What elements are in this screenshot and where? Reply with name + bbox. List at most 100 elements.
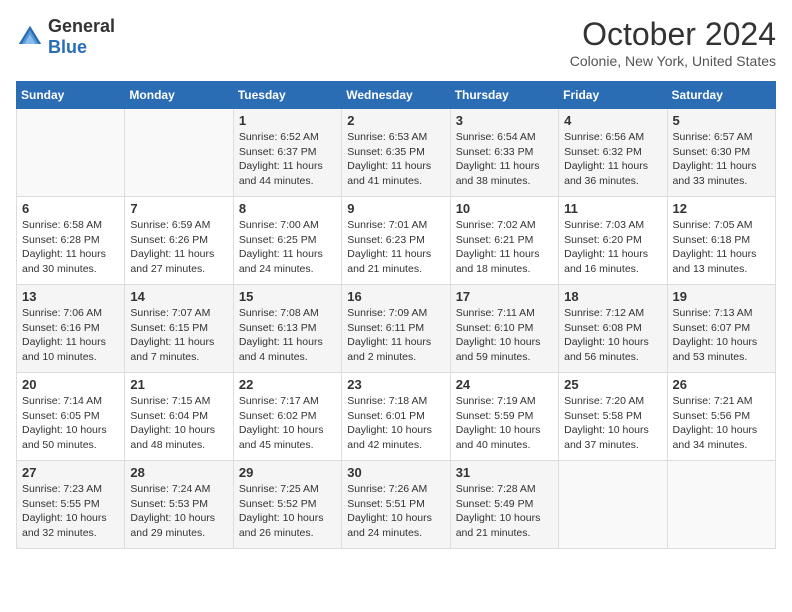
day-number: 24 [456, 377, 553, 392]
day-number: 15 [239, 289, 336, 304]
day-info: Sunrise: 6:53 AMSunset: 6:35 PMDaylight:… [347, 130, 444, 189]
day-info: Sunrise: 7:20 AMSunset: 5:58 PMDaylight:… [564, 394, 661, 453]
day-info: Sunrise: 7:24 AMSunset: 5:53 PMDaylight:… [130, 482, 227, 541]
calendar-cell: 4 Sunrise: 6:56 AMSunset: 6:32 PMDaylight… [559, 109, 667, 197]
day-number: 19 [673, 289, 770, 304]
day-number: 18 [564, 289, 661, 304]
day-number: 21 [130, 377, 227, 392]
day-number: 8 [239, 201, 336, 216]
calendar-cell: 22Sunrise: 7:17 AMSunset: 6:02 PMDayligh… [233, 373, 341, 461]
calendar-cell: 2 Sunrise: 6:53 AMSunset: 6:35 PMDaylight… [342, 109, 450, 197]
calendar-cell: 16Sunrise: 7:09 AMSunset: 6:11 PMDayligh… [342, 285, 450, 373]
calendar-cell: 14Sunrise: 7:07 AMSunset: 6:15 PMDayligh… [125, 285, 233, 373]
day-info: Sunrise: 7:00 AMSunset: 6:25 PMDaylight:… [239, 218, 336, 277]
calendar-cell: 10 Sunrise: 7:02 AMSunset: 6:21 PMDayligh… [450, 197, 558, 285]
calendar-cell: 25 Sunrise: 7:20 AMSunset: 5:58 PMDayligh… [559, 373, 667, 461]
day-info: Sunrise: 6:59 AMSunset: 6:26 PMDaylight:… [130, 218, 227, 277]
column-header-friday: Friday [559, 82, 667, 109]
calendar-header-row: SundayMondayTuesdayWednesdayThursdayFrid… [17, 82, 776, 109]
day-info: Sunrise: 7:17 AMSunset: 6:02 PMDaylight:… [239, 394, 336, 453]
logo-icon [16, 23, 44, 51]
day-info: Sunrise: 6:58 AMSunset: 6:28 PMDaylight:… [22, 218, 119, 277]
calendar-cell: 20 Sunrise: 7:14 AMSunset: 6:05 PMDayligh… [17, 373, 125, 461]
calendar-cell: 7 Sunrise: 6:59 AMSunset: 6:26 PMDaylight… [125, 197, 233, 285]
day-number: 5 [673, 113, 770, 128]
calendar-cell: 8 Sunrise: 7:00 AMSunset: 6:25 PMDaylight… [233, 197, 341, 285]
logo-general-text: General [48, 16, 115, 36]
week-row-1: 1 Sunrise: 6:52 AMSunset: 6:37 PMDaylight… [17, 109, 776, 197]
column-header-thursday: Thursday [450, 82, 558, 109]
week-row-4: 20 Sunrise: 7:14 AMSunset: 6:05 PMDayligh… [17, 373, 776, 461]
day-info: Sunrise: 7:11 AMSunset: 6:10 PMDaylight:… [456, 306, 553, 365]
day-number: 9 [347, 201, 444, 216]
calendar-cell: 18 Sunrise: 7:12 AMSunset: 6:08 PMDayligh… [559, 285, 667, 373]
day-number: 4 [564, 113, 661, 128]
calendar-cell: 9 Sunrise: 7:01 AMSunset: 6:23 PMDaylight… [342, 197, 450, 285]
logo: General Blue [16, 16, 115, 58]
day-number: 23 [347, 377, 444, 392]
day-info: Sunrise: 6:56 AMSunset: 6:32 PMDaylight:… [564, 130, 661, 189]
column-header-tuesday: Tuesday [233, 82, 341, 109]
day-number: 28 [130, 465, 227, 480]
calendar-cell: 26 Sunrise: 7:21 AMSunset: 5:56 PMDayligh… [667, 373, 775, 461]
calendar-cell: 6 Sunrise: 6:58 AMSunset: 6:28 PMDaylight… [17, 197, 125, 285]
calendar-cell: 17Sunrise: 7:11 AMSunset: 6:10 PMDayligh… [450, 285, 558, 373]
day-number: 26 [673, 377, 770, 392]
calendar-cell: 29Sunrise: 7:25 AMSunset: 5:52 PMDayligh… [233, 461, 341, 549]
day-info: Sunrise: 7:08 AMSunset: 6:13 PMDaylight:… [239, 306, 336, 365]
calendar-cell [125, 109, 233, 197]
day-info: Sunrise: 7:01 AMSunset: 6:23 PMDaylight:… [347, 218, 444, 277]
calendar-cell: 30 Sunrise: 7:26 AMSunset: 5:51 PMDayligh… [342, 461, 450, 549]
logo-blue-text: Blue [48, 37, 87, 57]
calendar-cell: 24 Sunrise: 7:19 AMSunset: 5:59 PMDayligh… [450, 373, 558, 461]
day-number: 27 [22, 465, 119, 480]
calendar-table: SundayMondayTuesdayWednesdayThursdayFrid… [16, 81, 776, 549]
day-info: Sunrise: 6:54 AMSunset: 6:33 PMDaylight:… [456, 130, 553, 189]
day-info: Sunrise: 7:23 AMSunset: 5:55 PMDaylight:… [22, 482, 119, 541]
day-number: 11 [564, 201, 661, 216]
day-number: 1 [239, 113, 336, 128]
day-info: Sunrise: 7:13 AMSunset: 6:07 PMDaylight:… [673, 306, 770, 365]
column-header-wednesday: Wednesday [342, 82, 450, 109]
calendar-cell [667, 461, 775, 549]
day-number: 31 [456, 465, 553, 480]
day-number: 12 [673, 201, 770, 216]
day-info: Sunrise: 7:14 AMSunset: 6:05 PMDaylight:… [22, 394, 119, 453]
calendar-cell: 12 Sunrise: 7:05 AMSunset: 6:18 PMDayligh… [667, 197, 775, 285]
day-info: Sunrise: 7:02 AMSunset: 6:21 PMDaylight:… [456, 218, 553, 277]
day-info: Sunrise: 6:52 AMSunset: 6:37 PMDaylight:… [239, 130, 336, 189]
day-info: Sunrise: 7:05 AMSunset: 6:18 PMDaylight:… [673, 218, 770, 277]
day-info: Sunrise: 7:26 AMSunset: 5:51 PMDaylight:… [347, 482, 444, 541]
column-header-saturday: Saturday [667, 82, 775, 109]
day-info: Sunrise: 7:28 AMSunset: 5:49 PMDaylight:… [456, 482, 553, 541]
day-number: 7 [130, 201, 227, 216]
title-block: October 2024 Colonie, New York, United S… [570, 16, 776, 69]
week-row-5: 27 Sunrise: 7:23 AMSunset: 5:55 PMDayligh… [17, 461, 776, 549]
calendar-cell: 28 Sunrise: 7:24 AMSunset: 5:53 PMDayligh… [125, 461, 233, 549]
day-info: Sunrise: 7:09 AMSunset: 6:11 PMDaylight:… [347, 306, 444, 365]
calendar-cell: 15 Sunrise: 7:08 AMSunset: 6:13 PMDayligh… [233, 285, 341, 373]
calendar-cell: 11Sunrise: 7:03 AMSunset: 6:20 PMDayligh… [559, 197, 667, 285]
day-info: Sunrise: 6:57 AMSunset: 6:30 PMDaylight:… [673, 130, 770, 189]
day-number: 25 [564, 377, 661, 392]
month-title: October 2024 [570, 16, 776, 53]
day-number: 2 [347, 113, 444, 128]
calendar-cell [17, 109, 125, 197]
day-number: 13 [22, 289, 119, 304]
calendar-cell: 3Sunrise: 6:54 AMSunset: 6:33 PMDaylight… [450, 109, 558, 197]
location-title: Colonie, New York, United States [570, 53, 776, 69]
day-number: 10 [456, 201, 553, 216]
day-number: 30 [347, 465, 444, 480]
day-info: Sunrise: 7:06 AMSunset: 6:16 PMDaylight:… [22, 306, 119, 365]
day-number: 20 [22, 377, 119, 392]
day-info: Sunrise: 7:19 AMSunset: 5:59 PMDaylight:… [456, 394, 553, 453]
day-info: Sunrise: 7:15 AMSunset: 6:04 PMDaylight:… [130, 394, 227, 453]
day-info: Sunrise: 7:18 AMSunset: 6:01 PMDaylight:… [347, 394, 444, 453]
day-info: Sunrise: 7:21 AMSunset: 5:56 PMDaylight:… [673, 394, 770, 453]
column-header-monday: Monday [125, 82, 233, 109]
calendar-cell: 5 Sunrise: 6:57 AMSunset: 6:30 PMDaylight… [667, 109, 775, 197]
day-number: 14 [130, 289, 227, 304]
day-number: 6 [22, 201, 119, 216]
day-info: Sunrise: 7:12 AMSunset: 6:08 PMDaylight:… [564, 306, 661, 365]
calendar-cell: 1 Sunrise: 6:52 AMSunset: 6:37 PMDaylight… [233, 109, 341, 197]
